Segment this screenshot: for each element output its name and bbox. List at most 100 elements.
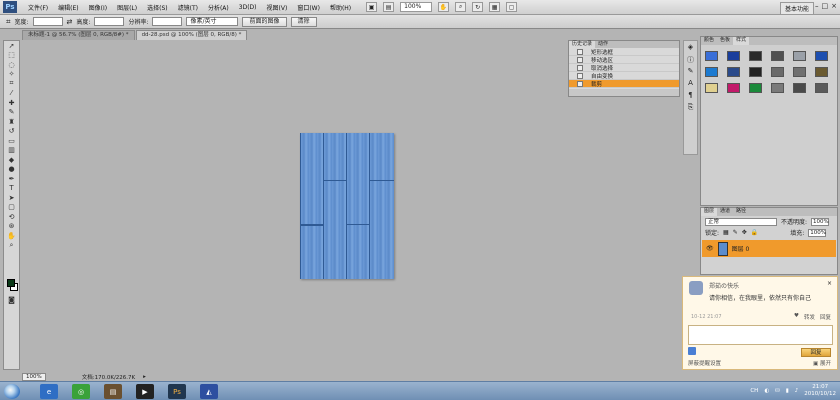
info-panel-icon[interactable]: ⓘ <box>685 55 696 65</box>
volume-icon[interactable]: ♪ <box>795 388 799 394</box>
media-icon[interactable]: ▶ <box>136 384 154 399</box>
zoom-tool-icon[interactable]: ⌕ <box>4 241 19 251</box>
maximize-icon[interactable]: □ <box>822 2 829 10</box>
start-button[interactable] <box>4 384 20 399</box>
fill-input[interactable]: 100% <box>808 228 827 237</box>
magic-wand-icon[interactable]: ✧ <box>4 70 19 80</box>
zoom-select[interactable]: 100% <box>400 2 433 12</box>
tab-channels[interactable]: 通道 <box>717 208 733 216</box>
pen-tool-icon[interactable]: ✒ <box>4 174 19 184</box>
expand-link[interactable]: ▣ 展开 <box>813 359 831 367</box>
style-swatch[interactable] <box>815 83 828 93</box>
history-item-selected[interactable]: 裁剪 <box>569 80 679 88</box>
style-swatch[interactable] <box>771 83 784 93</box>
style-swatch[interactable] <box>793 67 806 77</box>
lock-all-icon[interactable]: 🔒 <box>751 229 758 236</box>
photoshop-taskbar-icon[interactable]: Ps <box>168 384 186 399</box>
layer-row[interactable]: 👁 图层 0 <box>702 240 836 257</box>
reply-input[interactable] <box>688 325 833 345</box>
menu-3d[interactable]: 3D(D) <box>234 4 262 11</box>
lock-image-icon[interactable]: ✎ <box>733 229 738 236</box>
paragraph-panel-icon[interactable]: ¶ <box>685 91 696 101</box>
resolution-input[interactable] <box>152 17 183 26</box>
arrange-documents-icon[interactable]: ▦ <box>489 2 501 12</box>
style-swatch[interactable] <box>793 51 806 61</box>
lasso-tool-icon[interactable]: ◌ <box>4 60 19 70</box>
clone-source-icon[interactable]: ⎘ <box>685 103 696 113</box>
style-swatch[interactable] <box>749 67 762 77</box>
opacity-input[interactable]: 100% <box>811 217 830 226</box>
menu-select[interactable]: 选择(S) <box>142 3 173 12</box>
healing-brush-icon[interactable]: ✚ <box>4 98 19 108</box>
front-image-button[interactable]: 前面的图像 <box>242 16 287 27</box>
menu-file[interactable]: 文件(F) <box>23 3 53 12</box>
status-zoom[interactable]: 100% <box>22 373 46 381</box>
style-swatch[interactable] <box>749 83 762 93</box>
dodge-tool-icon[interactable]: ● <box>4 165 19 175</box>
menu-edit[interactable]: 编辑(E) <box>53 3 83 12</box>
app-taskbar-icon[interactable]: ◭ <box>200 384 218 399</box>
tray-icon[interactable]: ⛁ <box>775 388 780 394</box>
menu-window[interactable]: 窗口(W) <box>292 3 325 12</box>
close-icon[interactable]: × <box>831 2 837 10</box>
network-icon[interactable]: ▮ <box>786 388 789 394</box>
style-swatch[interactable] <box>705 83 718 93</box>
swap-icon[interactable]: ⇄ <box>67 18 73 26</box>
forward-link[interactable]: 转发 <box>804 313 815 321</box>
bridge-icon[interactable]: ▣ <box>366 2 378 12</box>
tab-document-2[interactable]: dd-28.psd @ 100% (图层 0, RGB/8) * <box>135 30 248 40</box>
tab-color[interactable]: 颜色 <box>701 37 717 45</box>
avatar[interactable] <box>689 281 703 295</box>
menu-help[interactable]: 帮助(H) <box>325 3 356 12</box>
menu-filter[interactable]: 滤镜(T) <box>173 3 203 12</box>
visibility-eye-icon[interactable]: 👁 <box>706 245 714 252</box>
style-swatch[interactable] <box>771 67 784 77</box>
style-swatch[interactable] <box>705 67 718 77</box>
emoji-icon[interactable] <box>688 347 696 355</box>
workspace-switcher[interactable]: 基本功能 <box>779 2 814 15</box>
document-canvas[interactable] <box>300 133 394 279</box>
tab-layers[interactable]: 图层 <box>701 208 718 216</box>
resolution-unit-select[interactable]: 像素/英寸 <box>186 17 239 26</box>
language-indicator[interactable]: CH <box>750 388 758 394</box>
eraser-icon[interactable]: ▭ <box>4 136 19 146</box>
style-swatch[interactable] <box>705 51 718 61</box>
menu-image[interactable]: 图像(I) <box>84 3 112 12</box>
lock-transparency-icon[interactable]: ▦ <box>723 229 729 236</box>
brush-tool-icon[interactable]: ✎ <box>4 108 19 118</box>
style-swatch[interactable] <box>815 51 828 61</box>
blur-tool-icon[interactable]: ◆ <box>4 155 19 165</box>
foreground-color-swatch[interactable] <box>7 279 15 287</box>
style-swatch[interactable] <box>771 51 784 61</box>
move-tool-icon[interactable]: ➚ <box>4 41 19 51</box>
3d-orbit-icon[interactable]: ⊛ <box>4 222 19 232</box>
history-item[interactable]: 移动选区 <box>569 56 679 64</box>
style-swatch[interactable] <box>727 83 740 93</box>
like-icon[interactable]: ♥ <box>794 313 799 321</box>
gradient-tool-icon[interactable]: ▥ <box>4 146 19 156</box>
style-swatch[interactable] <box>727 67 740 77</box>
reply-link[interactable]: 回复 <box>820 313 831 321</box>
clock[interactable]: 21:07 2010/10/12 <box>804 384 836 398</box>
shape-tool-icon[interactable]: ▢ <box>4 203 19 213</box>
marquee-tool-icon[interactable]: ⬚ <box>4 51 19 61</box>
rotate-view-icon[interactable]: ↻ <box>472 2 484 12</box>
eyedropper-icon[interactable]: ⁄ <box>4 89 19 99</box>
quick-mask-icon[interactable]: ◙ <box>4 295 19 305</box>
zoom-tool-icon[interactable]: ⌕ <box>455 2 467 12</box>
crop-tool-icon[interactable]: ⌗ <box>4 79 19 89</box>
tab-swatches[interactable]: 色板 <box>717 37 733 45</box>
height-input[interactable] <box>94 17 125 26</box>
hand-tool-icon[interactable]: ✋ <box>4 231 19 241</box>
history-item[interactable]: 取消选择 <box>569 64 679 72</box>
width-input[interactable] <box>32 17 63 26</box>
sender-name[interactable]: 郑茹の快乐 <box>709 281 739 295</box>
style-swatch[interactable] <box>749 51 762 61</box>
close-icon[interactable]: × <box>827 280 832 287</box>
tab-styles[interactable]: 样式 <box>733 37 750 45</box>
menu-view[interactable]: 视图(V) <box>262 3 293 12</box>
type-tool-icon[interactable]: T <box>4 184 19 194</box>
block-settings-link[interactable]: 屏蔽提醒设置 <box>688 359 721 367</box>
3d-panel-icon[interactable]: ◈ <box>685 43 696 53</box>
menu-analysis[interactable]: 分析(A) <box>203 3 234 12</box>
